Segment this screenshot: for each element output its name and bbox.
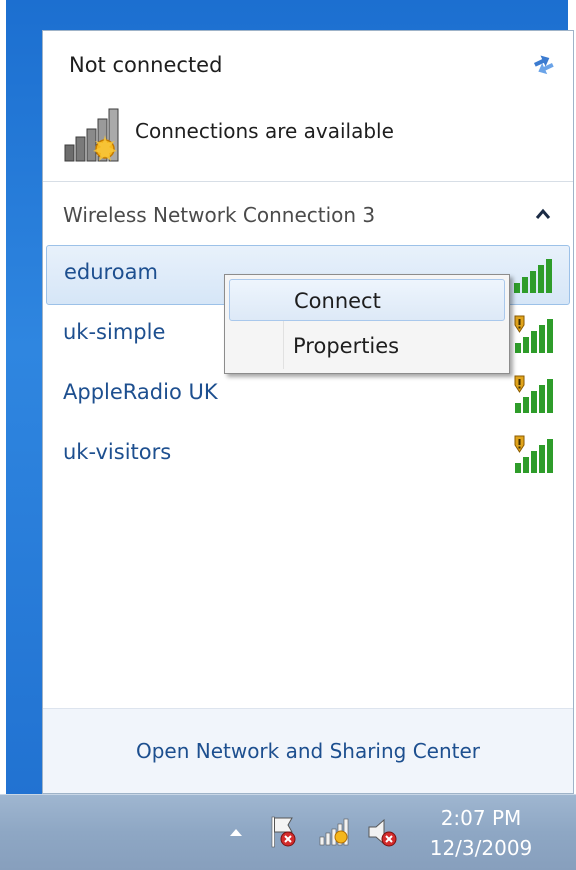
network-name: eduroam [64,260,158,284]
connections-available-text: Connections are available [135,119,394,143]
network-tray-icon[interactable] [318,817,352,847]
network-item-appleradio-uk[interactable]: AppleRadio UK [43,365,573,425]
context-menu-connect-label: Connect [294,289,381,313]
wireless-signal-icon [514,375,553,413]
network-flyout: Not connected Connections are available … [42,30,574,794]
network-name: AppleRadio UK [63,380,218,404]
divider-top [43,181,573,182]
clock-time: 2:07 PM [440,806,522,830]
security-shield-icon [514,435,525,453]
security-shield-icon [514,315,525,333]
taskbar: 2:07 PM 12/3/2009 [0,794,576,870]
network-item-uk-visitors[interactable]: uk-visitors [43,425,573,485]
action-center-flag-icon[interactable] [266,815,300,849]
context-menu: Connect Properties [224,274,510,374]
wireless-signal-icon [514,435,553,473]
open-network-sharing-center-link[interactable]: Open Network and Sharing Center [43,739,573,763]
clock-date: 12/3/2009 [429,836,533,860]
network-name: uk-visitors [63,440,172,464]
wireless-section-title: Wireless Network Connection 3 [63,203,376,227]
security-shield-icon [514,375,525,393]
taskbar-clock[interactable]: 2:07 PM 12/3/2009 [414,803,548,863]
connection-status-title: Not connected [69,53,223,77]
chevron-up-icon[interactable] [535,207,551,221]
wireless-section-header[interactable]: Wireless Network Connection 3 [43,187,573,243]
wireless-signal-icon [514,315,553,353]
network-available-icon [64,108,119,162]
context-menu-properties-label: Properties [293,334,400,358]
flyout-footer: Open Network and Sharing Center [43,708,573,793]
context-menu-properties[interactable]: Properties [229,325,505,367]
context-menu-connect[interactable]: Connect [229,279,505,321]
show-hidden-icons-icon[interactable] [228,825,244,839]
volume-muted-icon[interactable] [366,815,400,849]
wireless-signal-icon [514,259,552,293]
network-name: uk-simple [63,320,166,344]
screen-edge-left [0,0,6,869]
refresh-icon[interactable] [527,47,559,79]
